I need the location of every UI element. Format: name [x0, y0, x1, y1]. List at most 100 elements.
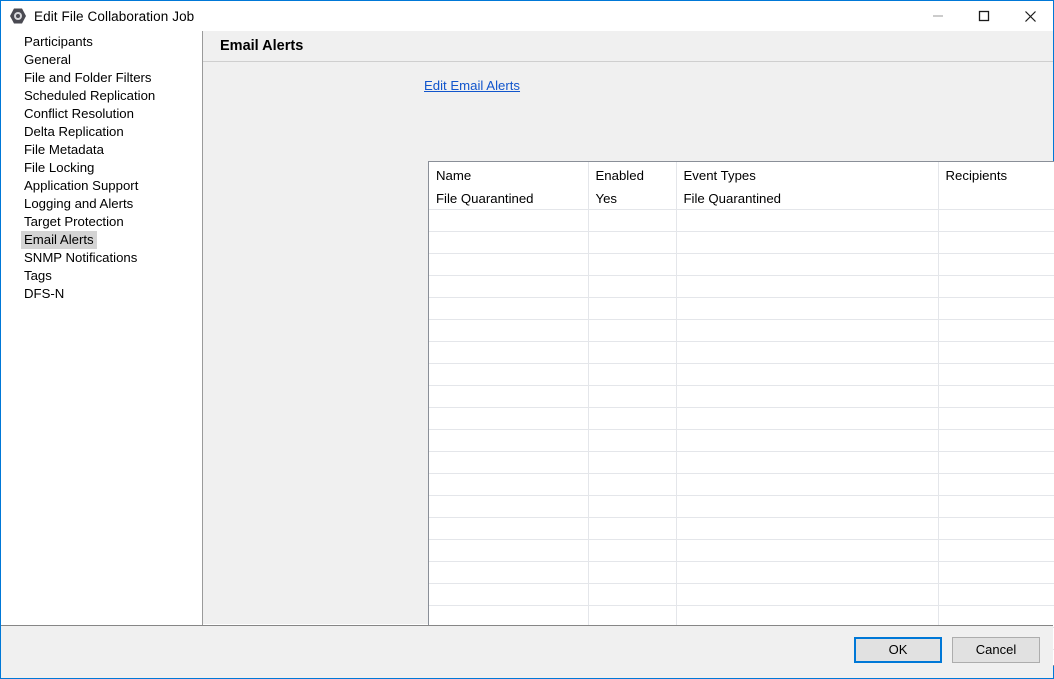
- cell-empty: [429, 341, 589, 364]
- table-row[interactable]: [429, 209, 1054, 232]
- cell-empty: [938, 319, 1054, 342]
- table-row[interactable]: [429, 319, 1054, 342]
- close-button[interactable]: [1007, 1, 1053, 31]
- cell-empty: [938, 341, 1054, 364]
- table-row[interactable]: [429, 561, 1054, 584]
- cell-empty: [429, 473, 589, 496]
- table-row[interactable]: [429, 385, 1054, 408]
- sidebar-row: File Metadata: [1, 141, 202, 159]
- cell-empty: [676, 451, 939, 474]
- cell-empty: [938, 451, 1054, 474]
- sidebar-item-dfs-n[interactable]: DFS-N: [21, 285, 67, 303]
- table-row[interactable]: [429, 275, 1054, 298]
- cell-event-types: File Quarantined: [676, 188, 939, 210]
- table-row[interactable]: [429, 451, 1054, 474]
- column-header-name[interactable]: Name: [429, 162, 589, 188]
- cell-empty: [429, 407, 589, 430]
- cell-empty: [588, 561, 677, 584]
- cell-empty: [938, 363, 1054, 386]
- cell-empty: [588, 495, 677, 518]
- table-row[interactable]: [429, 363, 1054, 386]
- maximize-button[interactable]: [961, 1, 1007, 31]
- sidebar-item-participants[interactable]: Participants: [21, 33, 96, 51]
- cell-empty: [676, 231, 939, 254]
- sidebar-item-tags[interactable]: Tags: [21, 267, 55, 285]
- cell-empty: [588, 275, 677, 298]
- cell-empty: [588, 407, 677, 430]
- table-row[interactable]: [429, 297, 1054, 320]
- sidebar-row: Application Support: [1, 177, 202, 195]
- cell-empty: [938, 275, 1054, 298]
- minimize-button[interactable]: [915, 1, 961, 31]
- table-row[interactable]: [429, 539, 1054, 562]
- table-row[interactable]: [429, 341, 1054, 364]
- edit-email-alerts-link[interactable]: Edit Email Alerts: [424, 78, 520, 93]
- cell-empty: [588, 253, 677, 276]
- table-row[interactable]: [429, 583, 1054, 606]
- column-header-recipients[interactable]: Recipients: [938, 162, 1054, 188]
- sidebar-row: Email Alerts: [1, 231, 202, 249]
- sidebar-item-application-support[interactable]: Application Support: [21, 177, 141, 195]
- close-icon: [1024, 10, 1036, 22]
- sidebar-item-general[interactable]: General: [21, 51, 74, 69]
- sidebar-item-scheduled-replication[interactable]: Scheduled Replication: [21, 87, 158, 105]
- cell-empty: [588, 231, 677, 254]
- cell-empty: [676, 407, 939, 430]
- cell-empty: [676, 319, 939, 342]
- cancel-button[interactable]: Cancel: [952, 637, 1040, 663]
- table-row[interactable]: [429, 253, 1054, 276]
- sidebar-row: Logging and Alerts: [1, 195, 202, 213]
- table-row[interactable]: [429, 495, 1054, 518]
- cell-empty: [676, 517, 939, 540]
- sidebar-item-delta-replication[interactable]: Delta Replication: [21, 123, 127, 141]
- table-row[interactable]: [429, 473, 1054, 496]
- cell-empty: [676, 341, 939, 364]
- table-row[interactable]: [429, 429, 1054, 452]
- cell-empty: [588, 363, 677, 386]
- cell-empty: [938, 231, 1054, 254]
- table-row[interactable]: [429, 517, 1054, 540]
- cell-empty: [588, 341, 677, 364]
- cell-empty: [676, 473, 939, 496]
- sidebar-row: File and Folder Filters: [1, 69, 202, 87]
- sidebar-item-email-alerts[interactable]: Email Alerts: [21, 231, 97, 249]
- column-header-event-types[interactable]: Event Types: [676, 162, 939, 188]
- settings-sidebar: Participants General File and Folder Fil…: [1, 31, 203, 625]
- cell-empty: [429, 495, 589, 518]
- cell-empty: [676, 363, 939, 386]
- table-row[interactable]: File Quarantined Yes File Quarantined: [429, 188, 1054, 210]
- cell-empty: [676, 429, 939, 452]
- sidebar-row: DFS-N: [1, 285, 202, 303]
- cell-empty: [676, 275, 939, 298]
- sidebar-item-file-and-folder-filters[interactable]: File and Folder Filters: [21, 69, 155, 87]
- sidebar-item-target-protection[interactable]: Target Protection: [21, 213, 127, 231]
- email-alerts-table[interactable]: Name Enabled Event Types Recipients File…: [428, 161, 1054, 666]
- sidebar-item-file-locking[interactable]: File Locking: [21, 159, 97, 177]
- cell-empty: [938, 583, 1054, 606]
- sidebar-item-logging-and-alerts[interactable]: Logging and Alerts: [21, 195, 136, 213]
- cell-empty: [429, 539, 589, 562]
- app-gear-icon: [10, 8, 26, 24]
- panel-header: Email Alerts: [203, 31, 1053, 62]
- page-title: Email Alerts: [220, 38, 304, 54]
- ok-button[interactable]: OK: [854, 637, 942, 663]
- cell-empty: [938, 385, 1054, 408]
- cell-recipients: [938, 188, 1054, 210]
- sidebar-row: General: [1, 51, 202, 69]
- cell-empty: [429, 429, 589, 452]
- sidebar-item-conflict-resolution[interactable]: Conflict Resolution: [21, 105, 137, 123]
- cell-empty: [676, 539, 939, 562]
- cell-empty: [588, 517, 677, 540]
- column-header-enabled[interactable]: Enabled: [588, 162, 677, 188]
- cell-empty: [588, 473, 677, 496]
- sidebar-row: Conflict Resolution: [1, 105, 202, 123]
- table-row[interactable]: [429, 407, 1054, 430]
- sidebar-item-snmp-notifications[interactable]: SNMP Notifications: [21, 249, 140, 267]
- cell-empty: [588, 583, 677, 606]
- cell-empty: [938, 253, 1054, 276]
- sidebar-item-file-metadata[interactable]: File Metadata: [21, 141, 107, 159]
- panel-inner: Edit Email Alerts Name Enabled Event Typ…: [203, 62, 1054, 666]
- table-row[interactable]: [429, 231, 1054, 254]
- cell-empty: [429, 583, 589, 606]
- sidebar-row: Target Protection: [1, 213, 202, 231]
